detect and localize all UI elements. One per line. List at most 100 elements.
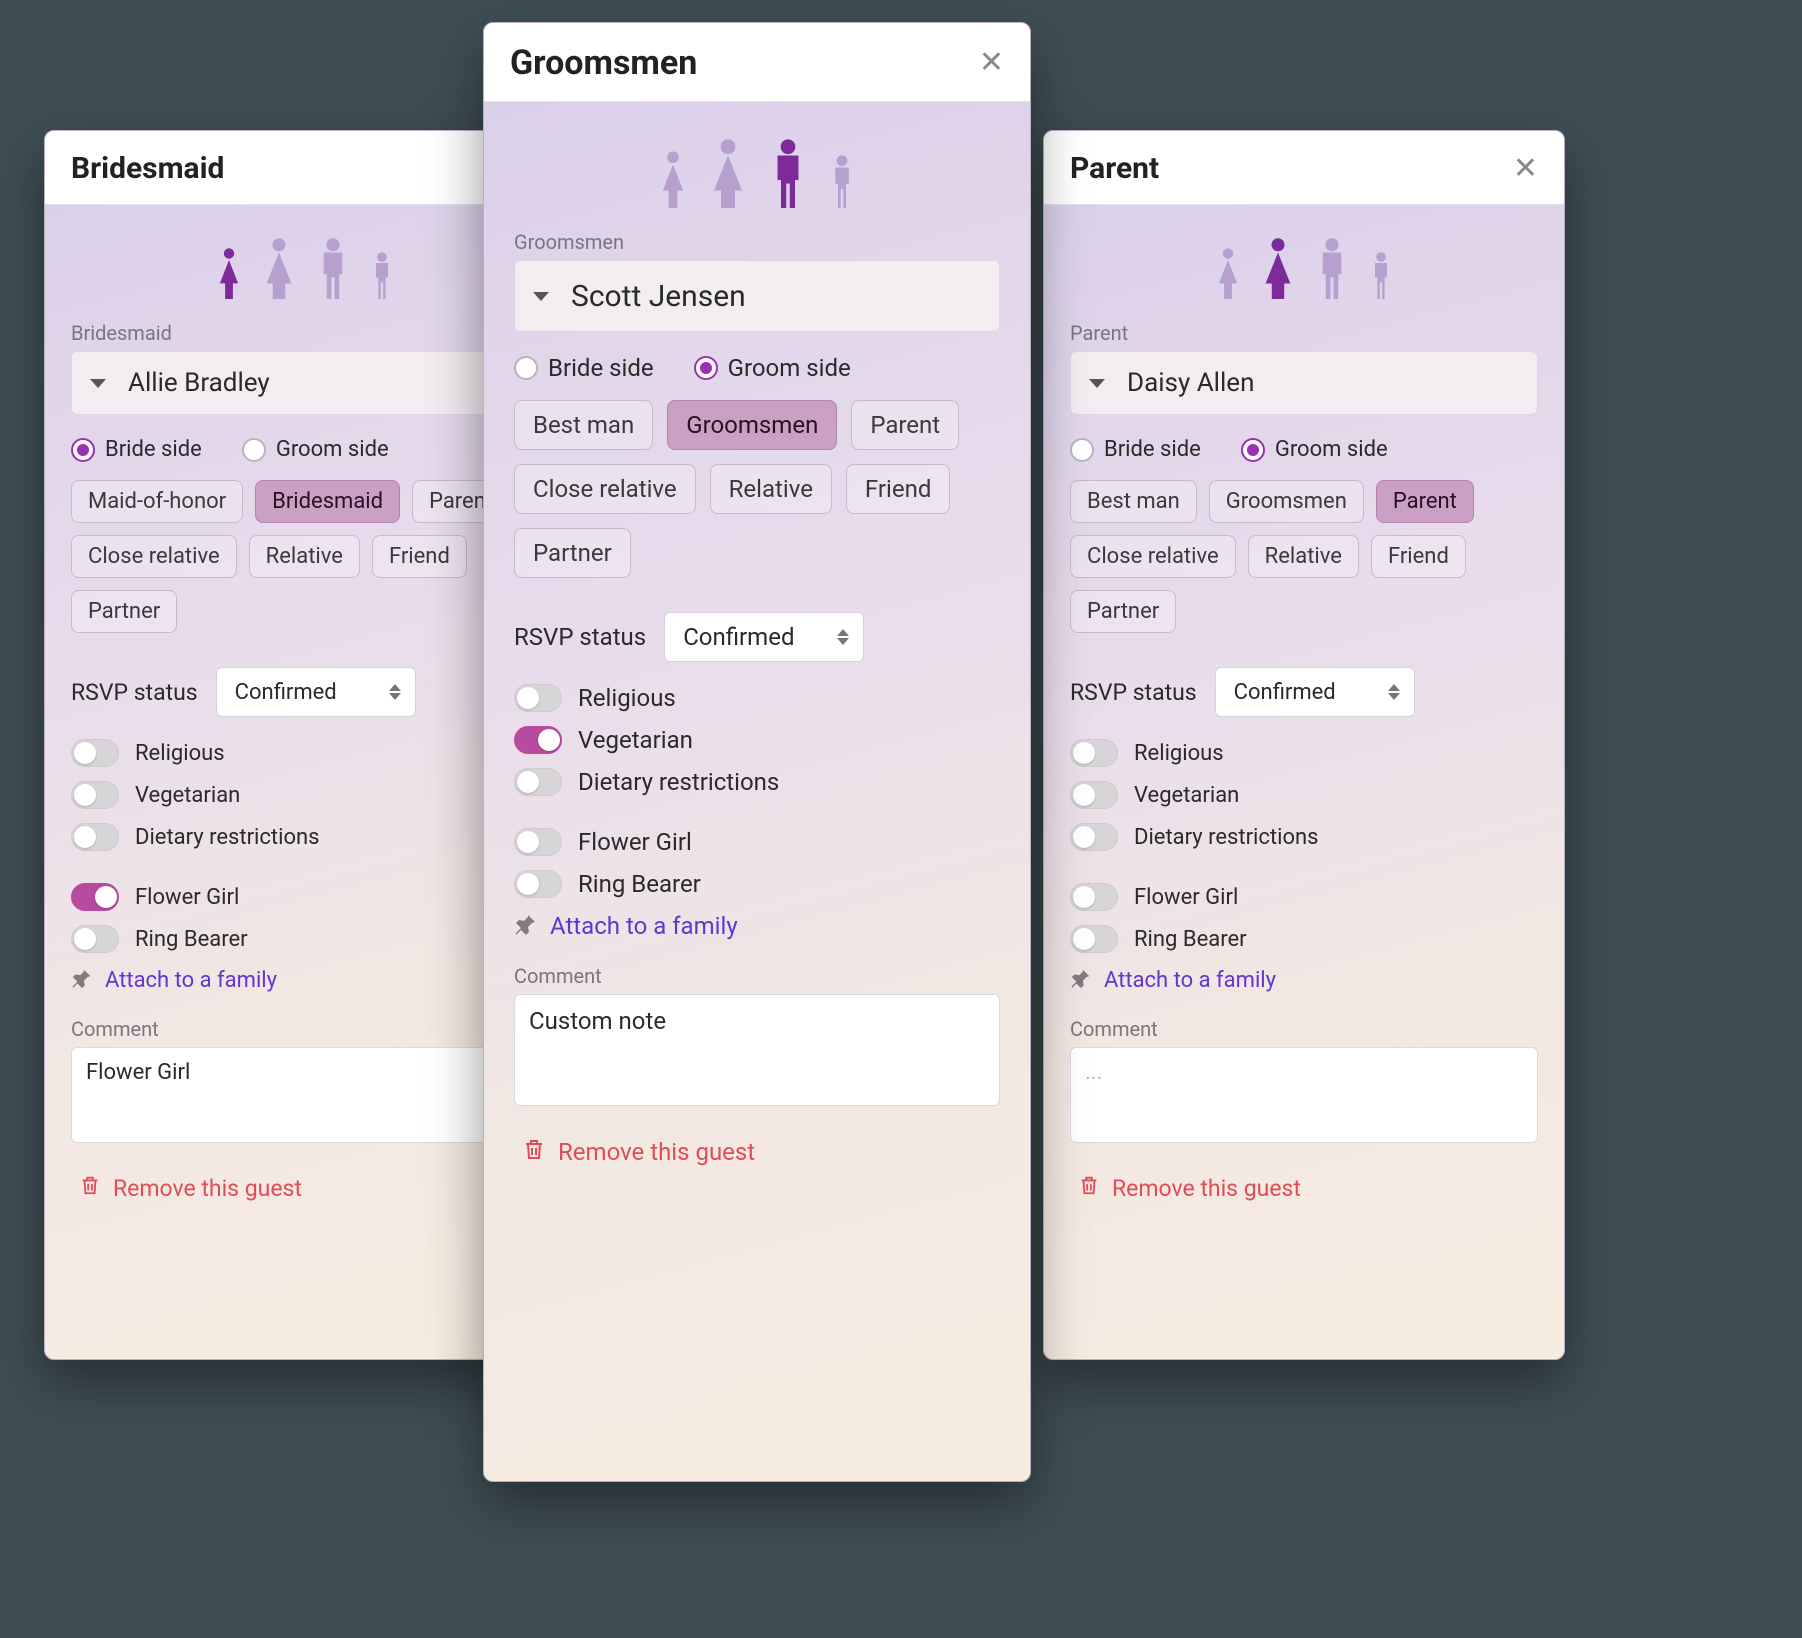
remove-label: Remove this guest [558,1138,755,1166]
flower-girl-toggle[interactable]: Flower Girl [1070,883,1538,911]
role-chip[interactable]: Friend [846,464,950,514]
groom-side-radio[interactable]: Groom side [242,437,389,462]
dietary-toggle[interactable]: Dietary restrictions [71,823,539,851]
guest-name-select[interactable]: Allie Bradley [71,351,539,415]
rsvp-select[interactable]: Confirmed [216,667,416,717]
bride-side-radio[interactable]: Bride side [71,437,202,462]
remove-guest-button[interactable]: Remove this guest [1070,1173,1538,1203]
person-woman-icon[interactable] [705,138,751,208]
pin-icon [1070,967,1092,993]
figure-selector [514,128,1000,230]
vegetarian-toggle[interactable]: Vegetarian [71,781,539,809]
comment-input[interactable]: Flower Girl [71,1047,539,1143]
guest-name-select[interactable]: Scott Jensen [514,260,1000,332]
role-chip[interactable]: Relative [249,535,360,578]
card-title: Parent [1070,151,1159,186]
toggle-label: Religious [135,741,225,766]
bride-side-label: Bride side [548,354,654,382]
person-woman-icon[interactable] [259,237,299,299]
person-boy-icon[interactable] [1366,251,1396,299]
side-radio-group: Bride side Groom side [1070,437,1538,462]
dietary-toggle[interactable]: Dietary restrictions [514,768,1000,796]
bride-side-label: Bride side [1104,437,1201,462]
toggle-label: Flower Girl [135,885,239,910]
bride-side-radio[interactable]: Bride side [1070,437,1201,462]
groom-side-label: Groom side [276,437,389,462]
role-chip[interactable]: Parent [851,400,959,450]
role-chip[interactable]: Partner [1070,590,1176,633]
guest-name: Allie Bradley [128,368,492,398]
remove-label: Remove this guest [1112,1175,1301,1202]
religious-toggle[interactable]: Religious [514,684,1000,712]
role-chip[interactable]: Close relative [514,464,696,514]
person-man-icon[interactable] [313,237,353,299]
toggle-label: Dietary restrictions [1134,825,1319,850]
bride-side-radio[interactable]: Bride side [514,354,654,382]
person-woman-icon[interactable] [1258,237,1298,299]
close-icon[interactable]: ✕ [979,48,1004,78]
role-field-label: Bridesmaid [71,321,539,345]
role-chip[interactable]: Close relative [1070,535,1236,578]
guest-name: Daisy Allen [1127,368,1519,398]
attach-family-button[interactable]: Attach to a family [1070,967,1538,993]
role-chip[interactable]: Bridesmaid [255,480,400,523]
guest-name-select[interactable]: Daisy Allen [1070,351,1538,415]
person-girl-icon[interactable] [1212,247,1244,299]
role-chip-group: Maid-of-honor Bridesmaid Parent Close re… [71,480,539,633]
radio-icon [1070,438,1094,462]
card-header: Parent ✕ [1044,131,1564,205]
vegetarian-toggle[interactable]: Vegetarian [514,726,1000,754]
dietary-toggle[interactable]: Dietary restrictions [1070,823,1538,851]
religious-toggle[interactable]: Religious [71,739,539,767]
role-chip[interactable]: Friend [1371,535,1466,578]
groom-side-radio[interactable]: Groom side [694,354,851,382]
close-icon[interactable]: ✕ [1513,154,1538,184]
vegetarian-toggle[interactable]: Vegetarian [1070,781,1538,809]
role-chip[interactable]: Maid-of-honor [71,480,243,523]
toggle-label: Religious [578,684,676,712]
rsvp-value: Confirmed [1234,680,1336,705]
role-chip[interactable]: Best man [514,400,653,450]
role-chip[interactable]: Relative [710,464,832,514]
flower-girl-toggle[interactable]: Flower Girl [71,883,539,911]
person-man-icon[interactable] [1312,237,1352,299]
role-chip[interactable]: Groomsmen [667,400,837,450]
religious-toggle[interactable]: Religious [1070,739,1538,767]
remove-guest-button[interactable]: Remove this guest [71,1173,539,1203]
comment-input[interactable]: ... [1070,1047,1538,1143]
toggle-label: Dietary restrictions [578,768,779,796]
guest-card-parent: Parent ✕ Parent Daisy Allen B [1043,130,1565,1360]
remove-guest-button[interactable]: Remove this guest [514,1136,1000,1168]
card-header: Groomsmen ✕ [484,23,1030,102]
rsvp-select[interactable]: Confirmed [1215,667,1415,717]
flower-girl-toggle[interactable]: Flower Girl [514,828,1000,856]
person-boy-icon[interactable] [367,251,397,299]
rsvp-value: Confirmed [235,680,337,705]
toggle-label: Vegetarian [135,783,240,808]
toggle-label: Flower Girl [1134,885,1238,910]
ring-bearer-toggle[interactable]: Ring Bearer [514,870,1000,898]
comment-input[interactable]: Custom note [514,994,1000,1106]
toggle-label: Ring Bearer [135,927,248,952]
guest-card-groomsmen: Groomsmen ✕ Groomsmen Scott Jensen [483,22,1031,1482]
ring-bearer-toggle[interactable]: Ring Bearer [1070,925,1538,953]
role-chip[interactable]: Partner [71,590,177,633]
role-chip[interactable]: Groomsmen [1209,480,1364,523]
attach-family-button[interactable]: Attach to a family [71,967,539,993]
role-chip[interactable]: Friend [372,535,467,578]
role-chip[interactable]: Best man [1070,480,1197,523]
role-chip[interactable]: Close relative [71,535,237,578]
ring-bearer-toggle[interactable]: Ring Bearer [71,925,539,953]
person-girl-icon[interactable] [655,150,691,208]
groom-side-radio[interactable]: Groom side [1241,437,1388,462]
person-girl-icon[interactable] [213,247,245,299]
person-boy-icon[interactable] [825,154,859,208]
person-man-icon[interactable] [765,138,811,208]
attach-family-button[interactable]: Attach to a family [514,912,1000,940]
role-chip[interactable]: Relative [1248,535,1359,578]
rsvp-select[interactable]: Confirmed [664,612,864,662]
side-radio-group: Bride side Groom side [514,354,1000,382]
role-chip[interactable]: Partner [514,528,631,578]
figure-selector [1070,227,1538,321]
role-chip[interactable]: Parent [1376,480,1474,523]
